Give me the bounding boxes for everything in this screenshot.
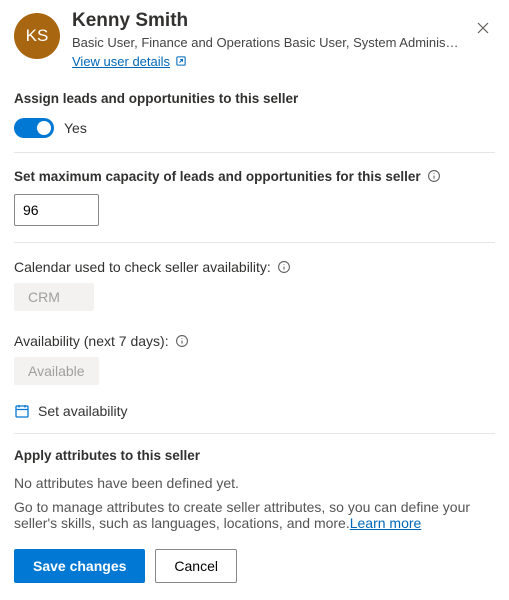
- view-user-details-label: View user details: [72, 54, 170, 69]
- capacity-section: Set maximum capacity of leads and opport…: [14, 169, 495, 184]
- availability-value: Available: [14, 357, 99, 385]
- divider: [14, 152, 495, 153]
- seller-properties-panel: KS Kenny Smith Basic User, Finance and O…: [0, 0, 509, 599]
- avatar: KS: [14, 13, 60, 59]
- footer: Save changes Cancel: [14, 549, 495, 583]
- panel-header: KS Kenny Smith Basic User, Finance and O…: [14, 6, 495, 77]
- info-icon[interactable]: [175, 334, 189, 348]
- divider: [14, 242, 495, 243]
- assign-toggle[interactable]: [14, 118, 54, 138]
- cancel-button[interactable]: Cancel: [155, 549, 237, 583]
- attributes-title: Apply attributes to this seller: [14, 448, 495, 463]
- assign-toggle-row: Yes: [14, 118, 495, 138]
- info-icon[interactable]: [277, 260, 291, 274]
- info-icon[interactable]: [427, 169, 441, 183]
- calendar-label: Calendar used to check seller availabili…: [14, 259, 271, 275]
- seller-roles: Basic User, Finance and Operations Basic…: [72, 35, 459, 50]
- close-button[interactable]: [471, 16, 495, 40]
- set-availability-link[interactable]: Set availability: [14, 403, 495, 419]
- capacity-input[interactable]: [14, 194, 99, 226]
- availability-label: Availability (next 7 days):: [14, 333, 169, 349]
- assign-section-title: Assign leads and opportunities to this s…: [14, 91, 495, 106]
- assign-toggle-label: Yes: [64, 120, 87, 136]
- capacity-title: Set maximum capacity of leads and opport…: [14, 169, 421, 184]
- seller-name: Kenny Smith: [72, 10, 459, 33]
- availability-label-row: Availability (next 7 days):: [14, 333, 495, 349]
- set-availability-label: Set availability: [38, 403, 128, 419]
- save-button[interactable]: Save changes: [14, 549, 145, 583]
- calendar-label-row: Calendar used to check seller availabili…: [14, 259, 495, 275]
- learn-more-link[interactable]: Learn more: [350, 515, 422, 531]
- calendar-value: CRM: [14, 283, 94, 311]
- view-user-details-link[interactable]: View user details: [72, 54, 187, 69]
- calendar-icon: [14, 403, 30, 419]
- attributes-hint: Go to manage attributes to create seller…: [14, 499, 495, 531]
- attributes-none-text: No attributes have been defined yet.: [14, 475, 495, 491]
- close-icon: [476, 21, 490, 35]
- divider: [14, 433, 495, 434]
- open-external-icon: [175, 55, 187, 67]
- header-main: Kenny Smith Basic User, Finance and Oper…: [72, 10, 459, 69]
